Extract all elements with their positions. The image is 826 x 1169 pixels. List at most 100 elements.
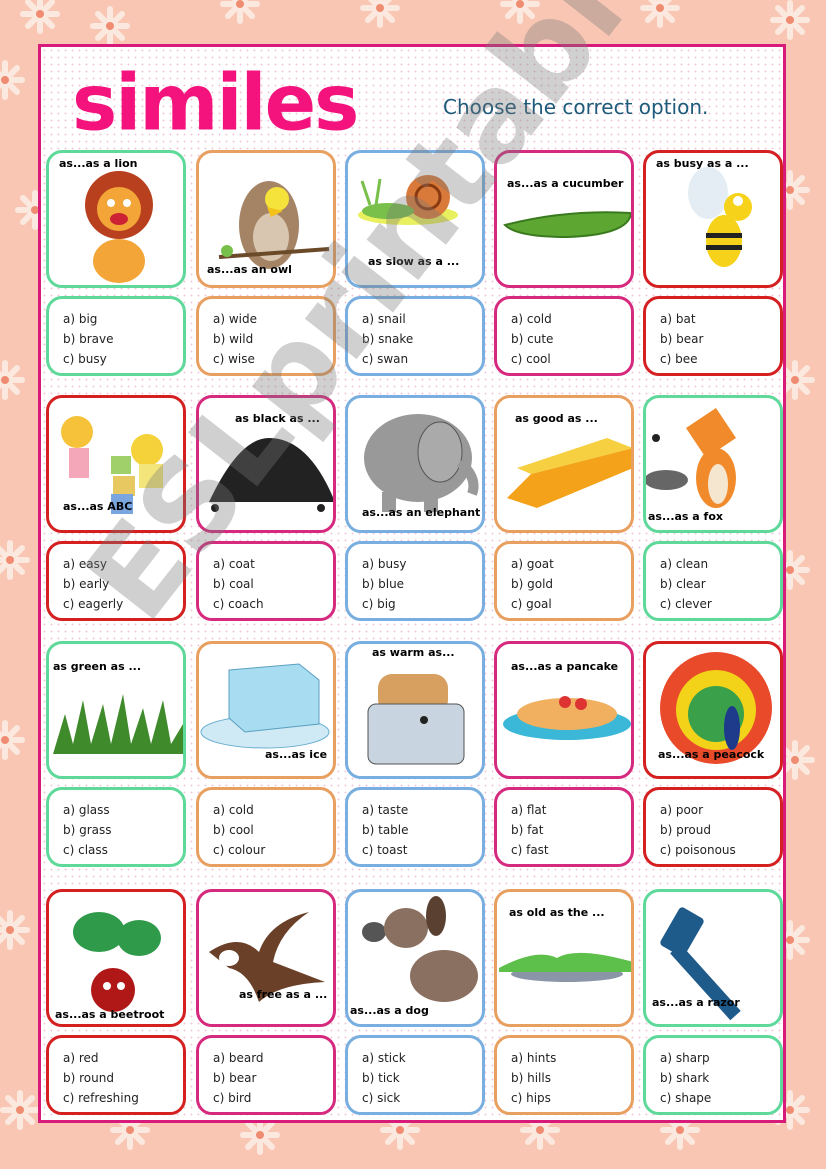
picture-card-peacock: as...as a peacock xyxy=(643,641,783,779)
swallow-illustration-icon xyxy=(209,912,325,1002)
answer-option[interactable]: a) taste xyxy=(362,800,482,820)
answer-option[interactable]: c) cool xyxy=(511,349,631,369)
answer-option[interactable]: a) glass xyxy=(63,800,183,820)
answer-option[interactable]: b) table xyxy=(362,820,482,840)
answer-option[interactable]: b) grass xyxy=(63,820,183,840)
picture-card-children-with-blocks: as...as ABC xyxy=(46,395,186,533)
answer-option[interactable]: b) bear xyxy=(213,1068,333,1088)
simile-prompt: as...as a fox xyxy=(648,510,723,523)
answer-options-card: a) busy b) blue c) big xyxy=(345,541,485,621)
flower-icon xyxy=(88,4,132,48)
answer-option[interactable]: b) fat xyxy=(511,820,631,840)
answer-option[interactable]: a) hints xyxy=(511,1048,631,1068)
answer-option[interactable]: c) refreshing xyxy=(63,1088,183,1108)
answer-option[interactable]: c) hips xyxy=(511,1088,631,1108)
answer-option[interactable]: a) big xyxy=(63,309,183,329)
answer-option[interactable]: c) eagerly xyxy=(63,594,183,614)
answer-options-card: a) hints b) hills c) hips xyxy=(494,1035,634,1115)
beetroot-illustration-icon xyxy=(73,912,161,1012)
answer-option[interactable]: c) bird xyxy=(213,1088,333,1108)
picture-card-bee: as busy as a ... xyxy=(643,150,783,288)
picture-card-razor: as...as a razor xyxy=(643,889,783,1027)
flower-icon xyxy=(498,0,542,26)
answer-option[interactable]: c) wise xyxy=(213,349,333,369)
answer-option[interactable]: a) flat xyxy=(511,800,631,820)
picture-card-owl: as...as an owl xyxy=(196,150,336,288)
simile-prompt: as green as ... xyxy=(53,660,142,673)
answer-option[interactable]: a) goat xyxy=(511,554,631,574)
flower-icon xyxy=(0,538,32,582)
answer-option[interactable]: a) clean xyxy=(660,554,780,574)
answer-option[interactable]: a) cold xyxy=(511,309,631,329)
answer-option[interactable]: b) snake xyxy=(362,329,482,349)
answer-option[interactable]: b) hills xyxy=(511,1068,631,1088)
answer-option[interactable]: a) busy xyxy=(362,554,482,574)
simile-prompt: as slow as a ... xyxy=(368,255,460,268)
answer-option[interactable]: b) bear xyxy=(660,329,780,349)
answer-option[interactable]: b) early xyxy=(63,574,183,594)
picture-card-ice-cube: as...as ice xyxy=(196,641,336,779)
answer-option[interactable]: a) bat xyxy=(660,309,780,329)
flower-icon xyxy=(0,1088,42,1132)
answer-option[interactable]: a) wide xyxy=(213,309,333,329)
flower-icon xyxy=(0,908,32,952)
answer-option[interactable]: c) big xyxy=(362,594,482,614)
answer-option[interactable]: a) cold xyxy=(213,800,333,820)
picture-card-coal: as black as ... xyxy=(196,395,336,533)
simile-prompt: as free as a ... xyxy=(239,988,328,1001)
answer-option[interactable]: c) sick xyxy=(362,1088,482,1108)
answer-option[interactable]: a) sharp xyxy=(660,1048,780,1068)
answer-option[interactable]: c) poisonous xyxy=(660,840,780,860)
answer-option[interactable]: c) goal xyxy=(511,594,631,614)
answer-option[interactable]: c) clever xyxy=(660,594,780,614)
answer-option[interactable]: b) gold xyxy=(511,574,631,594)
simile-prompt: as warm as... xyxy=(372,646,455,659)
answer-option[interactable]: b) proud xyxy=(660,820,780,840)
answer-option[interactable]: c) bee xyxy=(660,349,780,369)
picture-card-elephant: as...as an elephant xyxy=(345,395,485,533)
picture-card-pancake: as...as a pancake xyxy=(494,641,634,779)
answer-option[interactable]: b) wild xyxy=(213,329,333,349)
answer-option[interactable]: a) poor xyxy=(660,800,780,820)
answer-option[interactable]: b) coal xyxy=(213,574,333,594)
answer-option[interactable]: b) shark xyxy=(660,1068,780,1088)
simile-prompt: as...as ABC xyxy=(63,500,133,513)
answer-option[interactable]: a) easy xyxy=(63,554,183,574)
answer-option[interactable]: c) class xyxy=(63,840,183,860)
answer-option[interactable]: b) blue xyxy=(362,574,482,594)
simile-prompt: as...as a pancake xyxy=(511,660,619,673)
simile-prompt: as good as ... xyxy=(515,412,598,425)
simile-prompt: as busy as a ... xyxy=(656,157,749,170)
answer-option[interactable]: c) coach xyxy=(213,594,333,614)
answer-option[interactable]: a) coat xyxy=(213,554,333,574)
answer-option[interactable]: b) cool xyxy=(213,820,333,840)
flower-icon xyxy=(768,0,812,42)
answer-option[interactable]: a) red xyxy=(63,1048,183,1068)
answer-option[interactable]: c) busy xyxy=(63,349,183,369)
picture-card-snail: as slow as a ... xyxy=(345,150,485,288)
picture-card-cucumber: as...as a cucumber xyxy=(494,150,634,288)
picture-card-fox: as...as a fox xyxy=(643,395,783,533)
answer-option[interactable]: b) cute xyxy=(511,329,631,349)
lion-illustration-icon xyxy=(85,171,153,283)
answer-option[interactable]: c) toast xyxy=(362,840,482,860)
answer-option[interactable]: b) clear xyxy=(660,574,780,594)
answer-option[interactable]: b) round xyxy=(63,1068,183,1088)
answer-option[interactable]: b) tick xyxy=(362,1068,482,1088)
answer-options-card: a) sharp b) shark c) shape xyxy=(643,1035,783,1115)
simile-prompt: as black as ... xyxy=(235,412,320,425)
answer-option[interactable]: a) beard xyxy=(213,1048,333,1068)
flower-icon xyxy=(638,0,682,30)
answer-option[interactable]: a) stick xyxy=(362,1048,482,1068)
worksheet-instruction: Choose the correct option. xyxy=(443,95,709,119)
answer-option[interactable]: c) fast xyxy=(511,840,631,860)
answer-option[interactable]: c) colour xyxy=(213,840,333,860)
answer-option[interactable]: a) snail xyxy=(362,309,482,329)
answer-option[interactable]: b) brave xyxy=(63,329,183,349)
flower-icon xyxy=(0,358,27,402)
picture-card-lion: as...as a lion xyxy=(46,150,186,288)
simile-prompt: as...as a peacock xyxy=(658,748,765,761)
answer-option[interactable]: c) shape xyxy=(660,1088,780,1108)
answer-option[interactable]: c) swan xyxy=(362,349,482,369)
simile-prompt: as...as an owl xyxy=(207,263,292,276)
